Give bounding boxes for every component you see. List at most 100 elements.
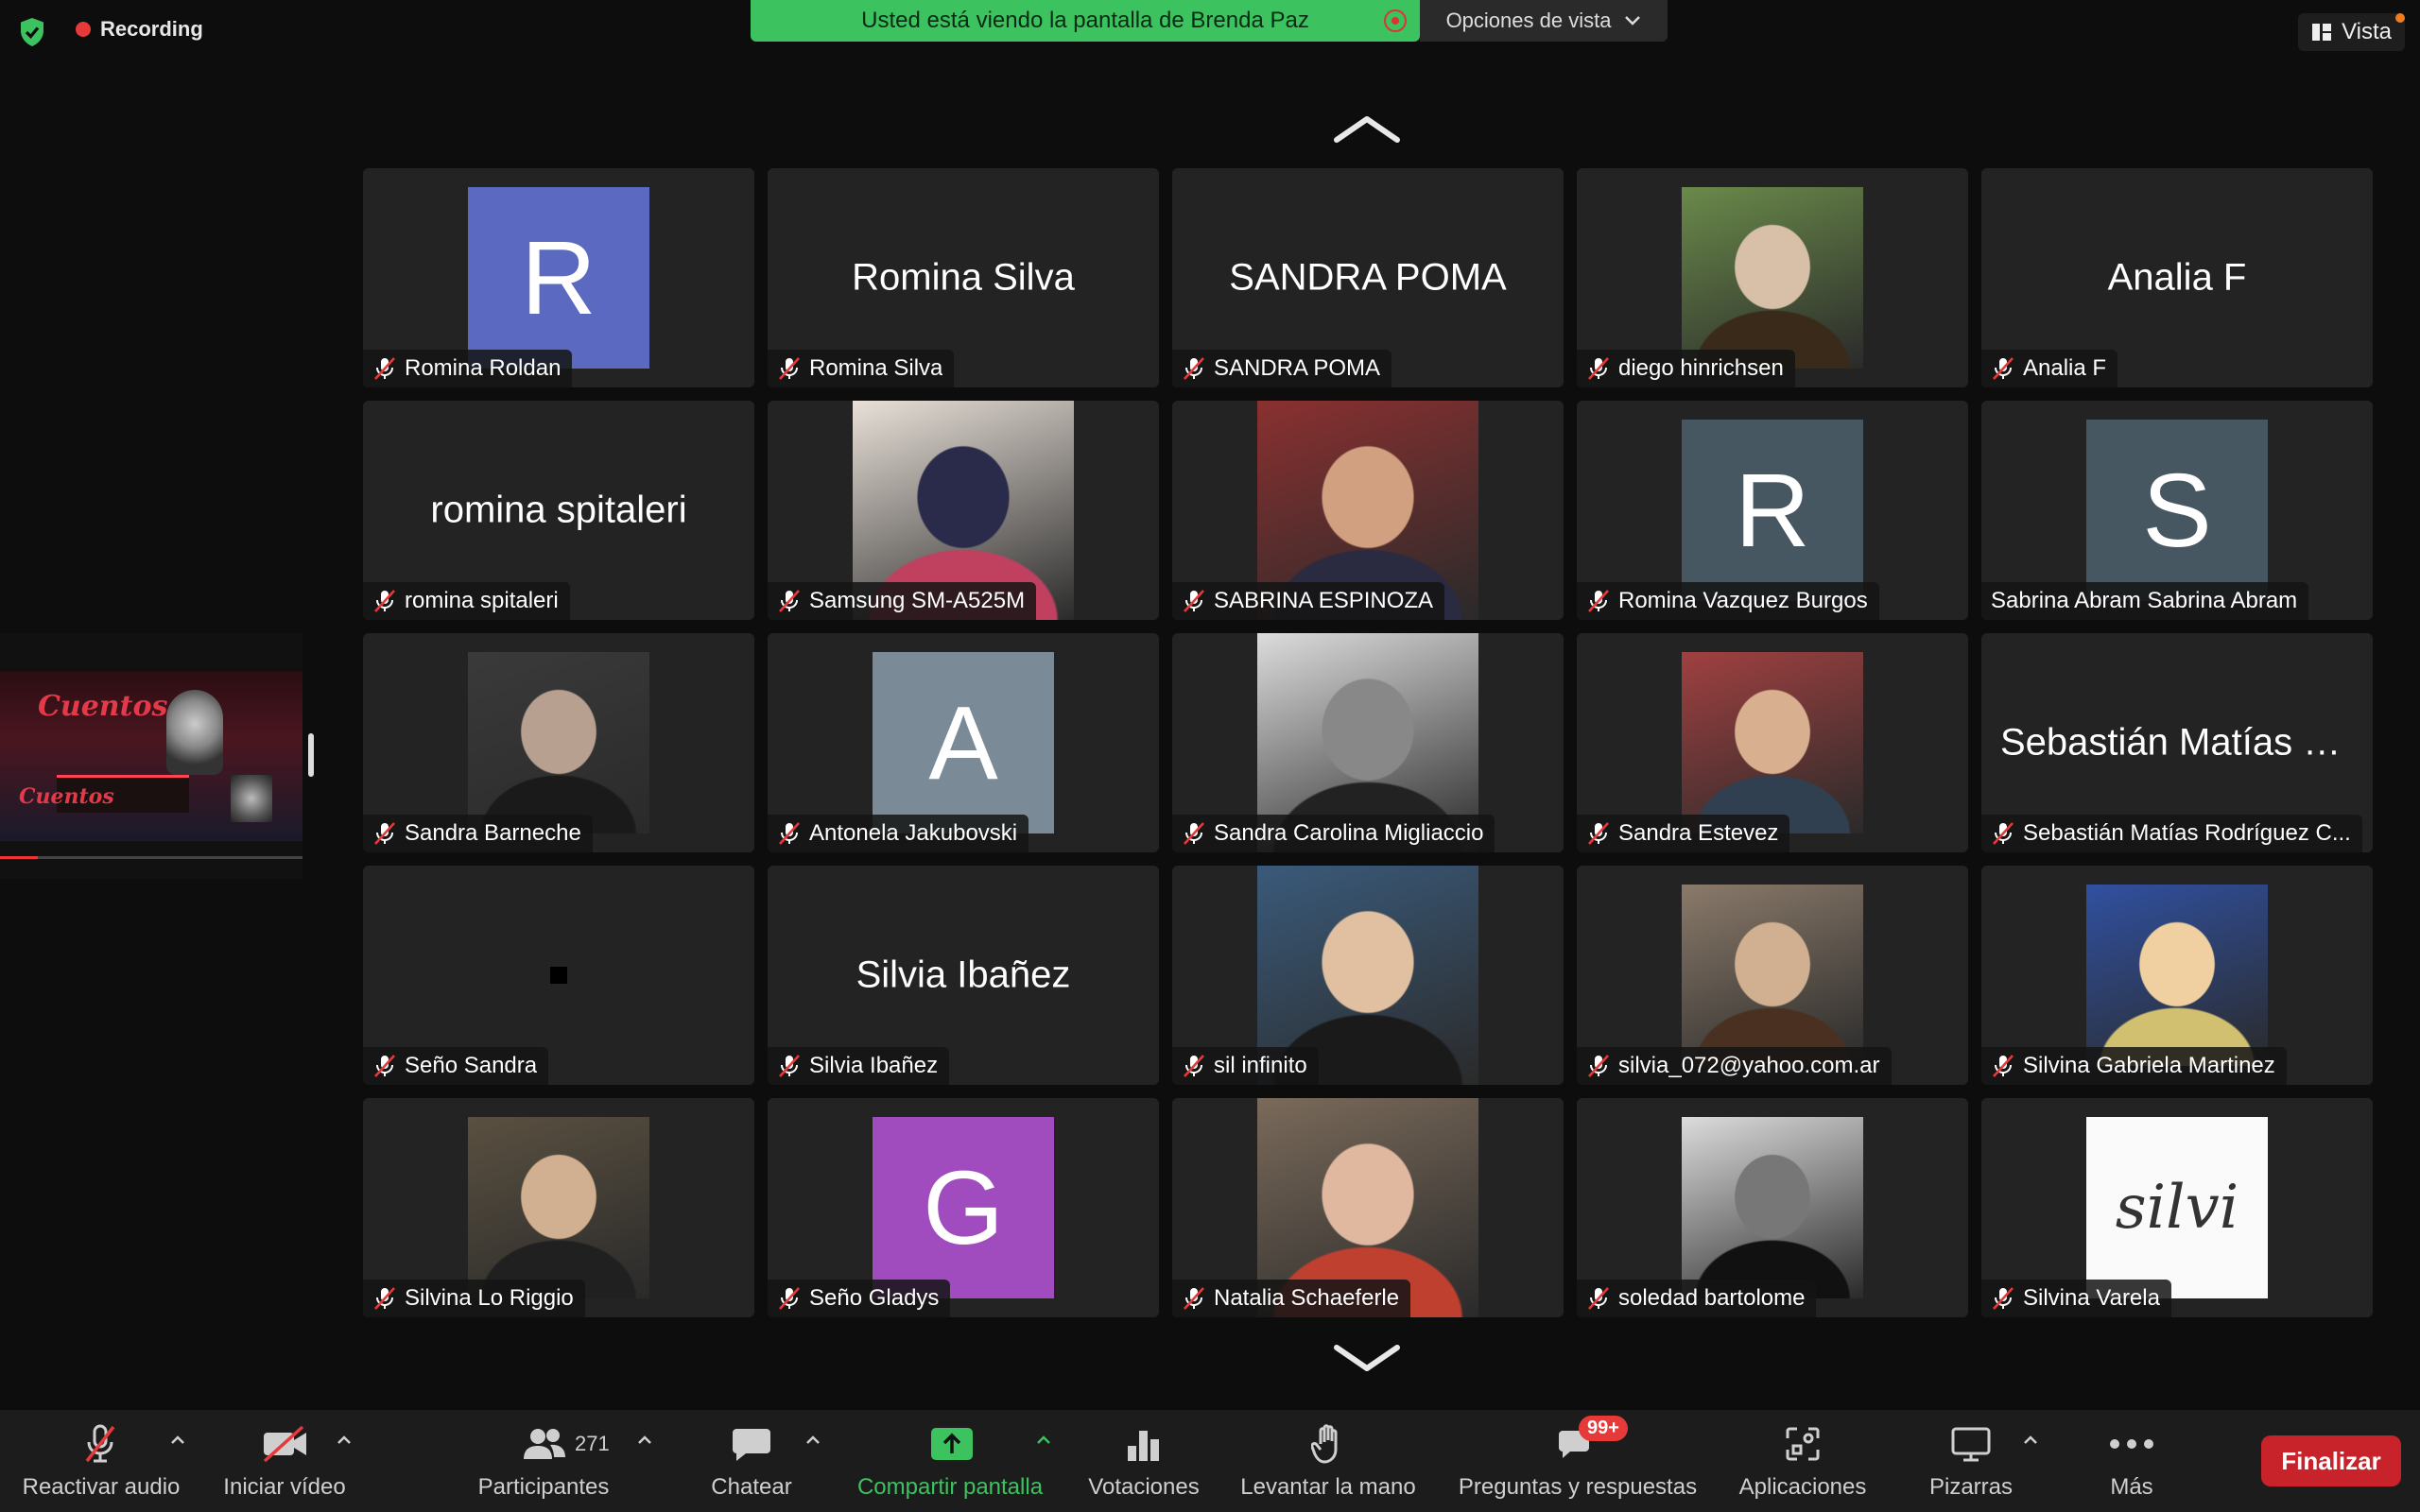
whiteboards-button[interactable]: Pizarras <box>1919 1410 2023 1512</box>
participant-tile[interactable]: silvia_072@yahoo.com.ar <box>1577 866 1968 1085</box>
participant-tile[interactable]: Romina Silva Romina Silva <box>768 168 1159 387</box>
meeting-toolbar: Reactivar audio Iniciar vídeo 271 Partic… <box>0 1410 2420 1512</box>
participant-tile[interactable]: G Seño Gladys <box>768 1098 1159 1317</box>
participant-avatar: S <box>2086 420 2268 601</box>
participant-tile[interactable]: SANDRA POMA SANDRA POMA <box>1172 168 1564 387</box>
qa-button[interactable]: 99+ Preguntas y respuestas <box>1441 1410 1715 1512</box>
microphone-muted-icon <box>374 822 395 845</box>
microphone-muted-icon <box>1588 590 1609 612</box>
share-options-caret-icon[interactable] <box>1034 1431 1053 1450</box>
share-screen-label: Compartir pantalla <box>856 1474 1044 1500</box>
participant-video <box>1682 1117 1863 1298</box>
participant-name: SANDRA POMA <box>1214 355 1381 381</box>
chat-button[interactable]: Chatear <box>690 1410 813 1512</box>
participants-label: Participantes <box>477 1474 610 1500</box>
screen-share-banner: Usted está viendo la pantalla de Brenda … <box>751 0 1420 42</box>
participant-name-tag: Analia F <box>1981 350 2118 387</box>
chat-options-caret-icon[interactable] <box>804 1431 822 1450</box>
page-up-chevron-icon[interactable] <box>1331 110 1403 147</box>
page-down-chevron-icon[interactable] <box>1331 1340 1403 1378</box>
microphone-muted-icon <box>1184 357 1204 380</box>
participant-name-tag: Sabrina Abram Sabrina Abram <box>1981 582 2309 620</box>
participant-tile[interactable]: A Antonela Jakubovski <box>768 633 1159 852</box>
share-screen-button[interactable]: Compartir pantalla <box>841 1410 1059 1512</box>
security-shield-icon[interactable] <box>15 15 49 49</box>
start-video-button[interactable]: Iniciar vídeo <box>202 1410 367 1512</box>
microphone-muted-icon <box>78 1421 123 1467</box>
participant-name-tag: diego hinrichsen <box>1577 350 1795 387</box>
audio-options-caret-icon[interactable] <box>168 1431 187 1450</box>
view-options-button[interactable]: Opciones de vista <box>1420 0 1668 42</box>
participant-tile[interactable]: Silvia Ibañez Silvia Ibañez <box>768 866 1159 1085</box>
participant-name-tag: Romina Roldan <box>363 350 573 387</box>
polls-label: Votaciones <box>1088 1474 1200 1500</box>
participant-video <box>468 652 649 833</box>
microphone-muted-icon <box>374 1287 395 1310</box>
participant-tile[interactable]: silvi Silvina Varela <box>1981 1098 2373 1317</box>
participant-name: soledad bartolome <box>1618 1285 1806 1311</box>
participant-display-name: Sebastián Matías R... <box>2000 721 2362 764</box>
start-video-label: Iniciar vídeo <box>223 1474 346 1500</box>
participants-button[interactable]: 271 Participantes <box>444 1410 643 1512</box>
shared-screen-thumbnail[interactable]: Cuentos Cuentos <box>0 633 302 879</box>
participant-tile[interactable]: Silvina Gabriela Martinez <box>1981 866 2373 1085</box>
banner-text: Usted está viendo la pantalla de Brenda … <box>861 8 1309 33</box>
participants-icon <box>524 1429 565 1459</box>
qa-label: Preguntas y respuestas <box>1458 1474 1698 1500</box>
participant-name: Silvia Ibañez <box>809 1053 939 1078</box>
participant-avatar: R <box>468 187 649 369</box>
record-stop-icon[interactable] <box>1384 9 1407 32</box>
more-button[interactable]: Más <box>2080 1410 2184 1512</box>
participant-tile[interactable]: diego hinrichsen <box>1577 168 1968 387</box>
view-button[interactable]: Vista <box>2298 13 2405 51</box>
participant-name: Sebastián Matías Rodríguez C... <box>2023 820 2351 846</box>
participant-tile[interactable]: Natalia Schaeferle <box>1172 1098 1564 1317</box>
participant-tile[interactable]: Samsung SM-A525M <box>768 401 1159 620</box>
thumbnail-resize-handle[interactable] <box>308 733 314 777</box>
participant-tile[interactable]: R Romina Vazquez Burgos <box>1577 401 1968 620</box>
participant-tile[interactable]: Seño Sandra <box>363 866 754 1085</box>
recording-indicator[interactable]: Recording <box>76 17 203 42</box>
participant-tile[interactable]: soledad bartolome <box>1577 1098 1968 1317</box>
microphone-muted-icon <box>374 357 395 380</box>
microphone-muted-icon <box>1993 357 2014 380</box>
participant-tile[interactable]: Analia F Analia F <box>1981 168 2373 387</box>
participant-tile[interactable]: Sandra Carolina Migliaccio <box>1172 633 1564 852</box>
participant-tile[interactable]: Sandra Barneche <box>363 633 754 852</box>
participant-tile[interactable]: romina spitaleri romina spitaleri <box>363 401 754 620</box>
participant-tile[interactable]: S Sabrina Abram Sabrina Abram <box>1981 401 2373 620</box>
participant-name: Romina Roldan <box>405 355 562 381</box>
grid-view-icon <box>2312 24 2332 41</box>
participants-icon-group: 271 <box>522 1421 635 1467</box>
microphone-muted-icon <box>1588 822 1609 845</box>
polls-icon <box>1125 1421 1163 1467</box>
participant-name-tag: Seño Gladys <box>768 1280 951 1317</box>
participant-avatar: R <box>1682 420 1863 601</box>
apps-button[interactable]: Aplicaciones <box>1720 1410 1885 1512</box>
participant-name: sil infinito <box>1214 1053 1307 1078</box>
microphone-muted-icon <box>1184 1287 1204 1310</box>
unmute-button[interactable]: Reactivar audio <box>0 1410 202 1512</box>
notification-dot <box>2395 13 2405 23</box>
participant-name-tag: Natalia Schaeferle <box>1172 1280 1411 1317</box>
end-meeting-button[interactable]: Finalizar <box>2261 1435 2401 1486</box>
polls-button[interactable]: Votaciones <box>1078 1410 1210 1512</box>
whiteboard-options-caret-icon[interactable] <box>2021 1431 2040 1450</box>
thumbnail-header <box>0 633 302 650</box>
participant-name: Sabrina Abram Sabrina Abram <box>1991 588 2298 613</box>
video-options-caret-icon[interactable] <box>335 1431 354 1450</box>
raise-hand-button[interactable]: Levantar la mano <box>1229 1410 1427 1512</box>
participant-tile[interactable]: SABRINA ESPINOZA <box>1172 401 1564 620</box>
participant-tile[interactable]: Sebastián Matías R... Sebastián Matías Ro… <box>1981 633 2373 852</box>
participant-name-tag: Sandra Barneche <box>363 815 593 852</box>
participants-options-caret-icon[interactable] <box>635 1431 654 1450</box>
participant-avatar: A <box>873 652 1054 833</box>
participant-name: Analia F <box>2023 355 2107 381</box>
participant-tile[interactable]: R Romina Roldan <box>363 168 754 387</box>
more-label: Más <box>2110 1474 2153 1500</box>
participant-tile[interactable]: sil infinito <box>1172 866 1564 1085</box>
participant-name: Silvina Lo Riggio <box>405 1285 574 1311</box>
participant-tile[interactable]: Silvina Lo Riggio <box>363 1098 754 1317</box>
thumbnail-presenter-image <box>166 690 223 775</box>
participant-tile[interactable]: Sandra Estevez <box>1577 633 1968 852</box>
